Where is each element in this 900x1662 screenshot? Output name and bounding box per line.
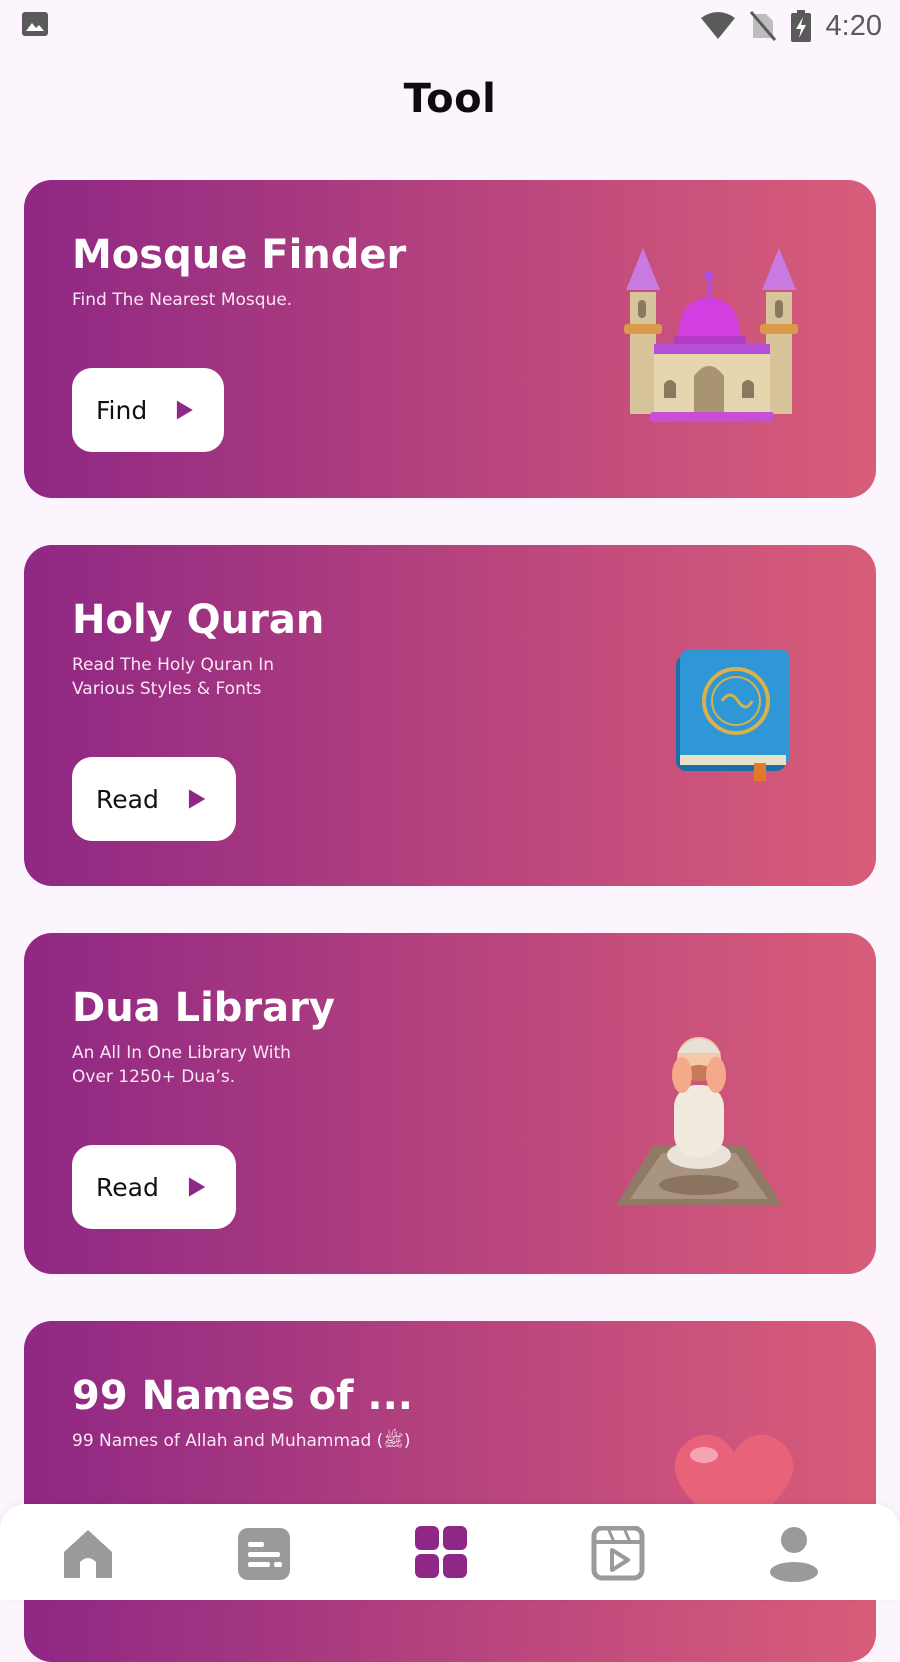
nav-articles[interactable] bbox=[234, 1526, 294, 1582]
play-icon bbox=[188, 789, 206, 809]
nav-home[interactable] bbox=[58, 1526, 118, 1582]
card-description: 99 Names of Allah and Muhammad (ﷺ) bbox=[72, 1431, 411, 1451]
no-sim-icon bbox=[749, 11, 776, 41]
wifi-icon bbox=[700, 12, 735, 39]
card-description: Read The Holy Quran In Various Styles & … bbox=[72, 655, 275, 699]
profile-icon bbox=[770, 1527, 818, 1582]
names-of-allah-card[interactable]: 99 Names of ... 99 Names of Allah and Mu… bbox=[24, 1321, 876, 1662]
holy-quran-card[interactable]: Holy Quran Read The Holy Quran In Variou… bbox=[24, 545, 876, 886]
quran-book-icon bbox=[676, 649, 790, 781]
status-bar: 4:20 bbox=[0, 0, 900, 50]
home-icon bbox=[64, 1530, 112, 1578]
card-title: Mosque Finder bbox=[72, 232, 407, 278]
card-description: Find The Nearest Mosque. bbox=[72, 290, 293, 310]
card-title: Dua Library bbox=[72, 985, 335, 1031]
articles-icon bbox=[238, 1528, 290, 1580]
play-icon bbox=[188, 1177, 206, 1197]
find-button-label: Find bbox=[96, 395, 148, 425]
tools-grid-icon bbox=[415, 1526, 467, 1578]
nav-videos[interactable] bbox=[588, 1525, 648, 1582]
mosque-icon bbox=[624, 248, 798, 422]
praying-man-icon bbox=[616, 1037, 782, 1205]
video-icon bbox=[591, 1525, 645, 1581]
battery-charging-icon bbox=[790, 10, 811, 42]
status-icons: 4:20 bbox=[700, 6, 882, 46]
read-quran-button[interactable]: Read bbox=[72, 757, 236, 841]
card-title: 99 Names of ... bbox=[72, 1373, 413, 1419]
dua-library-card[interactable]: Dua Library An All In One Library With O… bbox=[24, 933, 876, 1274]
read-button-label: Read bbox=[96, 784, 159, 814]
read-dua-button[interactable]: Read bbox=[72, 1145, 236, 1229]
status-time: 4:20 bbox=[825, 9, 882, 42]
gallery-icon bbox=[22, 12, 48, 36]
play-icon bbox=[177, 400, 194, 420]
card-title: Holy Quran bbox=[72, 597, 325, 643]
nav-tools[interactable] bbox=[411, 1526, 471, 1582]
read-button-label: Read bbox=[96, 1172, 159, 1202]
mosque-finder-card[interactable]: Mosque Finder Find The Nearest Mosque. F… bbox=[24, 180, 876, 498]
bottom-navigation bbox=[0, 1504, 900, 1600]
find-button[interactable]: Find bbox=[72, 368, 224, 452]
card-description: An All In One Library With Over 1250+ Du… bbox=[72, 1043, 291, 1087]
page-title: Tool bbox=[403, 76, 497, 122]
nav-profile[interactable] bbox=[764, 1526, 824, 1582]
